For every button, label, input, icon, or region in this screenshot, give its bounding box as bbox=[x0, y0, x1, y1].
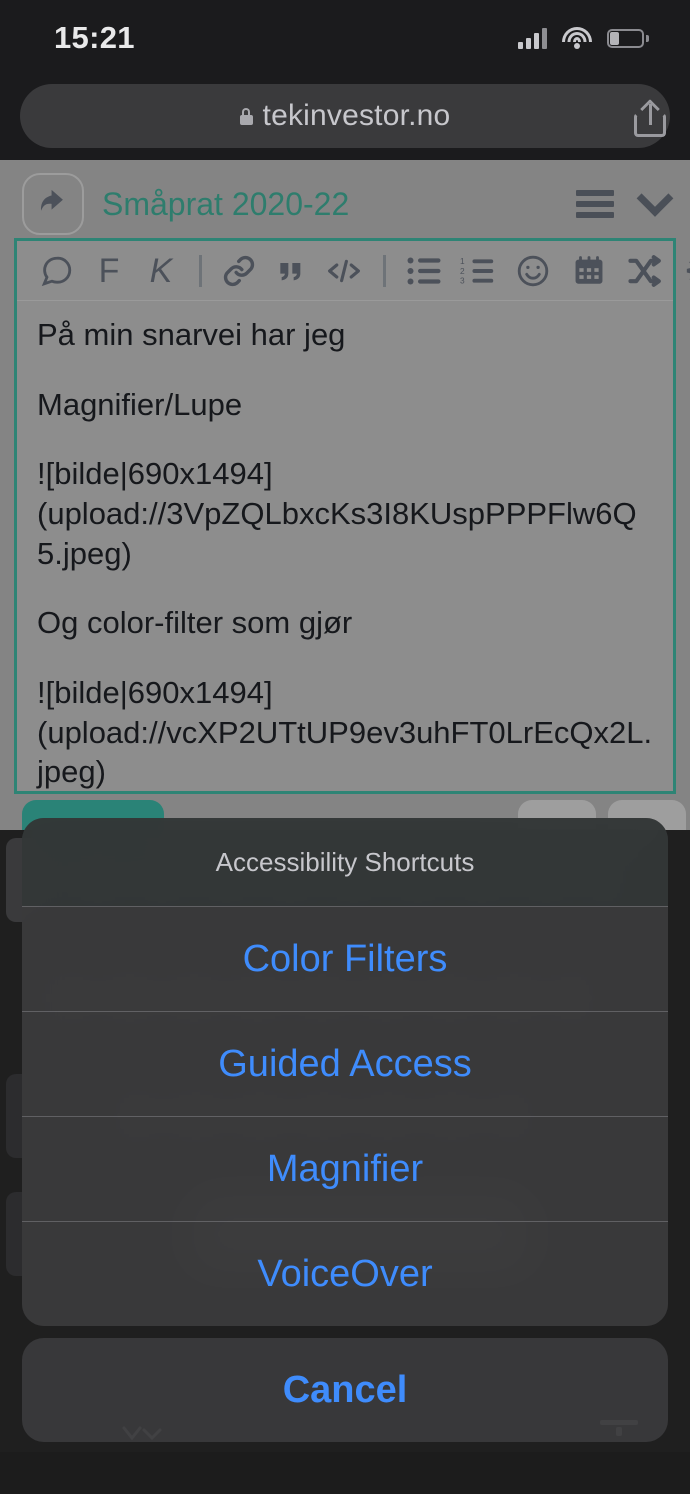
composer-line-2: Magnifier/Lupe bbox=[37, 386, 243, 422]
composer-line-4: Og color-filter som gjør bbox=[37, 605, 353, 641]
page-title[interactable]: Småprat 2020-22 bbox=[102, 186, 349, 223]
battery-low-icon bbox=[607, 28, 649, 48]
wifi-icon bbox=[562, 27, 592, 49]
bold-icon[interactable]: F bbox=[83, 254, 135, 288]
bulleted-list-icon[interactable] bbox=[397, 256, 451, 286]
lock-icon bbox=[239, 107, 253, 125]
address-bar-url: tekinvestor.no bbox=[262, 99, 451, 132]
composer-line-1: På min snarvei har jeg bbox=[37, 317, 346, 352]
composer-editor[interactable]: F K 1 2 3 På min snarvei har jeg Magnifi… bbox=[14, 238, 690, 794]
reply-arrow-icon[interactable] bbox=[22, 173, 84, 235]
blockquote-icon[interactable] bbox=[265, 255, 317, 287]
gear-icon[interactable] bbox=[673, 254, 690, 288]
chevron-down-icon[interactable] bbox=[636, 179, 674, 217]
cellular-signal-icon bbox=[518, 27, 547, 49]
ios-status-bar: 15:21 bbox=[0, 0, 690, 76]
topic-header: Småprat 2020-22 bbox=[0, 168, 690, 240]
cancel-button[interactable]: Cancel bbox=[22, 1338, 668, 1442]
svg-text:3: 3 bbox=[460, 275, 465, 285]
safari-toolbar: tekinvestor.no bbox=[0, 76, 690, 160]
bottom-safe-area bbox=[0, 1452, 690, 1494]
composer-text-area[interactable]: På min snarvei har jeg Magnifier/Lupe ![… bbox=[17, 301, 673, 793]
action-sheet-title: Accessibility Shortcuts bbox=[22, 818, 668, 906]
topic-header-actions bbox=[576, 179, 674, 218]
address-bar[interactable]: tekinvestor.no bbox=[20, 84, 670, 148]
accessibility-shortcuts-sheet: Accessibility Shortcuts Color Filters Gu… bbox=[22, 818, 668, 1326]
italic-icon[interactable]: K bbox=[135, 254, 187, 288]
numbered-list-icon[interactable]: 1 2 3 bbox=[451, 256, 505, 286]
status-bar-time: 15:21 bbox=[54, 20, 135, 55]
shuffle-icon[interactable] bbox=[617, 254, 673, 287]
toolbar-divider bbox=[187, 254, 213, 287]
svg-text:1: 1 bbox=[460, 256, 465, 266]
hamburger-menu-icon[interactable] bbox=[576, 190, 614, 218]
action-sheet-item-voiceover[interactable]: VoiceOver bbox=[22, 1221, 668, 1326]
composer-line-5: ![bilde|690x1494](upload://vcXP2UTtUP9ev… bbox=[37, 675, 653, 790]
emoji-icon[interactable] bbox=[505, 253, 561, 289]
calendar-icon[interactable] bbox=[561, 254, 617, 288]
composer-line-3: ![bilde|690x1494](upload://3VpZQLbxcKs3I… bbox=[37, 456, 637, 571]
composer-toolbar: F K 1 2 3 bbox=[17, 241, 690, 301]
quote-bubble-icon[interactable] bbox=[31, 254, 83, 288]
status-bar-indicators bbox=[518, 27, 649, 49]
action-sheet-item-guided-access[interactable]: Guided Access bbox=[22, 1011, 668, 1116]
action-sheet-item-magnifier[interactable]: Magnifier bbox=[22, 1116, 668, 1221]
share-icon[interactable] bbox=[634, 99, 666, 137]
toolbar-divider-2 bbox=[371, 254, 397, 287]
action-sheet-item-color-filters[interactable]: Color Filters bbox=[22, 906, 668, 1011]
code-icon[interactable] bbox=[317, 255, 371, 287]
link-icon[interactable] bbox=[213, 254, 265, 288]
svg-text:2: 2 bbox=[460, 265, 465, 275]
